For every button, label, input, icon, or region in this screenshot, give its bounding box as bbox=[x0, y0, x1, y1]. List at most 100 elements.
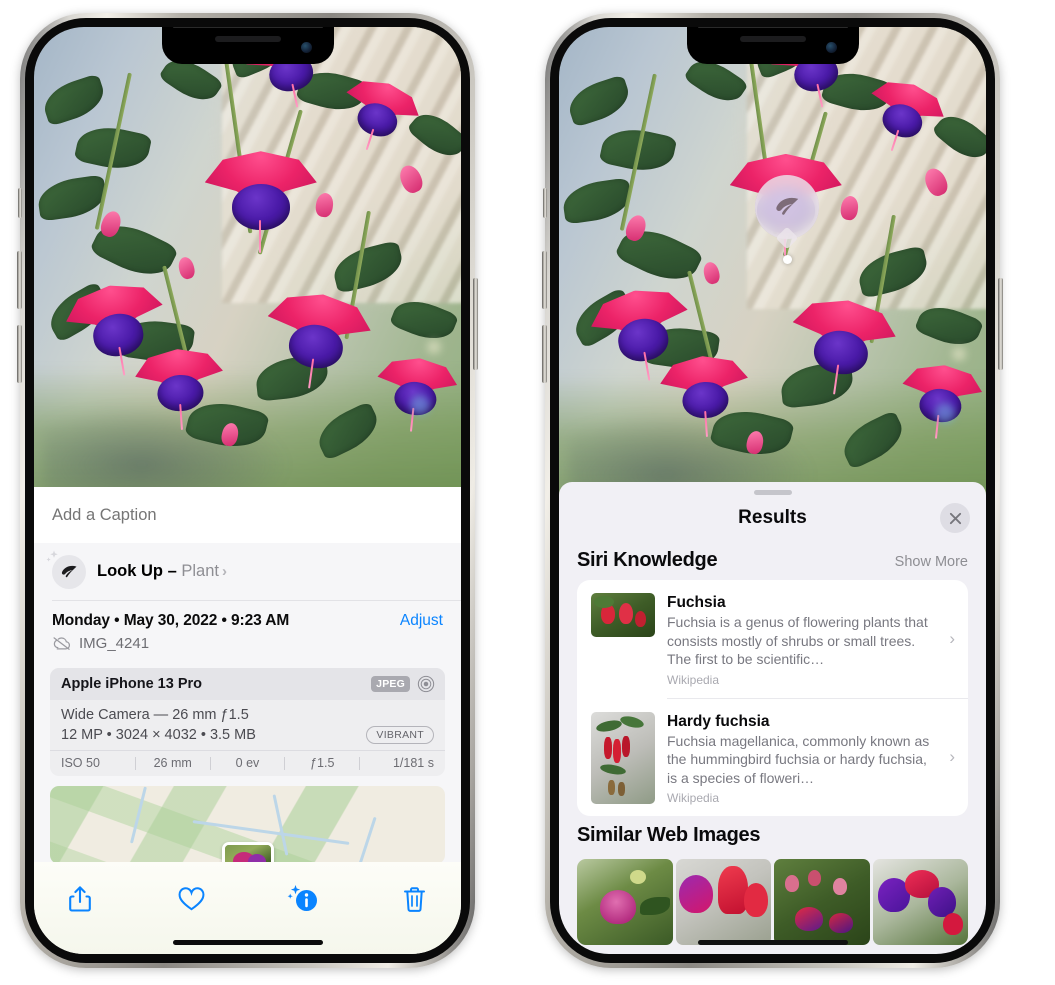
similar-web-images-header: Similar Web Images bbox=[559, 816, 986, 855]
photo-toolbar bbox=[34, 862, 461, 954]
chevron-right-icon: › bbox=[949, 747, 955, 767]
notch bbox=[161, 27, 334, 64]
info-sparkle-icon bbox=[287, 885, 318, 911]
earpiece-speaker-icon bbox=[214, 36, 281, 42]
notch bbox=[686, 27, 859, 64]
camera-card-body: Wide Camera — 26 mm ƒ1.5 12 MP • 3024 × … bbox=[50, 700, 445, 750]
location-map-thumbnail[interactable] bbox=[50, 786, 445, 864]
exif-ev: 0 ev bbox=[235, 756, 260, 770]
cloud-slash-icon bbox=[53, 637, 71, 650]
power-button[interactable] bbox=[998, 278, 1003, 370]
volume-up-button[interactable] bbox=[542, 251, 547, 309]
photo-viewer[interactable] bbox=[559, 27, 986, 497]
visual-lookup-badge[interactable] bbox=[755, 175, 819, 239]
lens-icon bbox=[417, 675, 435, 693]
format-badge: JPEG bbox=[371, 676, 410, 692]
file-name: IMG_4241 bbox=[79, 635, 150, 652]
caption-row[interactable] bbox=[34, 487, 461, 543]
results-sheet: Results Siri Knowledge Show More Fuchsia… bbox=[559, 482, 986, 954]
exif-aperture: ƒ1.5 bbox=[310, 756, 335, 770]
info-button[interactable] bbox=[283, 879, 323, 919]
heart-icon bbox=[178, 886, 205, 910]
siri-knowledge-header: Siri Knowledge Show More bbox=[559, 541, 986, 580]
caption-input[interactable] bbox=[52, 505, 443, 525]
metadata-block: Monday • May 30, 2022 • 9:23 AM Adjust I… bbox=[34, 601, 461, 662]
chevron-right-icon: › bbox=[949, 628, 955, 648]
look-up-title: Look Up – bbox=[97, 562, 182, 580]
share-icon bbox=[69, 886, 91, 912]
close-icon bbox=[949, 512, 961, 524]
front-camera-icon bbox=[825, 42, 837, 53]
leaf-icon bbox=[776, 197, 799, 215]
trash-icon bbox=[404, 886, 426, 912]
leaf-icon bbox=[46, 550, 86, 589]
camera-model: Apple iPhone 13 Pro bbox=[61, 676, 202, 692]
notch-top-edge bbox=[697, 27, 848, 28]
look-up-label: Look Up – Plant › bbox=[97, 562, 227, 581]
siri-knowledge-card: Fuchsia Fuchsia is a genus of flowering … bbox=[577, 580, 968, 817]
photo-info-panel: Look Up – Plant› Monday • May 30, 2022 •… bbox=[34, 487, 461, 954]
camera-specs-line: 12 MP • 3024 × 4032 • 3.5 MB bbox=[61, 727, 256, 743]
knowledge-thumbnail bbox=[591, 711, 655, 804]
front-camera-icon bbox=[300, 42, 312, 53]
web-image-tile[interactable] bbox=[675, 859, 771, 946]
similar-web-images-strip bbox=[559, 859, 986, 946]
web-image-tile[interactable] bbox=[577, 859, 673, 946]
volume-down-button[interactable] bbox=[542, 325, 547, 383]
knowledge-item[interactable]: Hardy fuchsia Fuchsia magellanica, commo… bbox=[577, 699, 968, 817]
web-image-tile[interactable] bbox=[774, 859, 870, 946]
look-up-subject: Plant bbox=[181, 562, 219, 580]
exif-shutter: 1/181 s bbox=[392, 756, 434, 770]
lookup-section: Look Up – Plant › Monday • May 30, 2022 •… bbox=[34, 543, 461, 864]
photo-date: Monday • May 30, 2022 • 9:23 AM bbox=[52, 612, 290, 629]
section-title-similar-web-images: Similar Web Images bbox=[577, 824, 761, 847]
section-title-siri-knowledge: Siri Knowledge bbox=[577, 549, 718, 571]
knowledge-source: Wikipedia bbox=[667, 791, 720, 806]
knowledge-text: Hardy fuchsia Fuchsia magellanica, commo… bbox=[667, 712, 956, 806]
camera-card-header: Apple iPhone 13 Pro JPEG bbox=[50, 668, 445, 700]
home-indicator bbox=[172, 940, 323, 945]
sheet-header: Results bbox=[559, 495, 986, 541]
favorite-button[interactable] bbox=[172, 879, 212, 919]
web-image-tile[interactable] bbox=[872, 859, 968, 946]
exif-focal: 26 mm bbox=[153, 756, 192, 770]
power-button[interactable] bbox=[473, 278, 478, 370]
knowledge-title: Hardy fuchsia bbox=[667, 712, 770, 730]
sheet-title: Results bbox=[738, 507, 807, 528]
knowledge-description: Fuchsia is a genus of flowering plants t… bbox=[667, 614, 928, 668]
share-button[interactable] bbox=[60, 879, 100, 919]
phone-screen-right: Results Siri Knowledge Show More Fuchsia… bbox=[559, 27, 986, 954]
silent-switch[interactable] bbox=[543, 188, 547, 218]
map-photo-pin bbox=[221, 842, 274, 864]
exif-row: ISO 50 26 mm 0 ev ƒ1.5 1/181 s bbox=[50, 750, 445, 776]
iphone-right: Results Siri Knowledge Show More Fuchsia… bbox=[542, 13, 1003, 968]
iphone-left: Look Up – Plant› Monday • May 30, 2022 •… bbox=[17, 13, 478, 968]
screenshot-stage: Look Up – Plant› Monday • May 30, 2022 •… bbox=[0, 0, 1055, 985]
delete-button[interactable] bbox=[395, 879, 435, 919]
adjust-button[interactable]: Adjust bbox=[400, 612, 443, 630]
camera-info-card[interactable]: Apple iPhone 13 Pro JPEG Wide Camera — 2… bbox=[50, 668, 445, 776]
leaf-glyph-icon bbox=[61, 565, 77, 577]
close-button[interactable] bbox=[940, 503, 970, 533]
camera-lens-line: Wide Camera — 26 mm ƒ1.5 bbox=[61, 707, 249, 723]
knowledge-title: Fuchsia bbox=[667, 594, 726, 611]
visual-lookup-anchor-dot bbox=[783, 255, 792, 264]
knowledge-source: Wikipedia bbox=[667, 672, 720, 687]
chevron-right-icon: › bbox=[221, 563, 227, 580]
knowledge-description: Fuchsia magellanica, commonly known as t… bbox=[667, 732, 930, 786]
volume-up-button[interactable] bbox=[17, 251, 22, 309]
silent-switch[interactable] bbox=[18, 188, 22, 218]
knowledge-thumbnail bbox=[591, 593, 655, 637]
knowledge-item[interactable]: Fuchsia Fuchsia is a genus of flowering … bbox=[577, 580, 968, 698]
photographic-style-badge: VIBRANT bbox=[366, 726, 434, 744]
volume-down-button[interactable] bbox=[17, 325, 22, 383]
look-up-row[interactable]: Look Up – Plant › bbox=[34, 543, 461, 600]
photo-viewer[interactable] bbox=[34, 27, 461, 487]
exif-iso: ISO 50 bbox=[61, 756, 100, 770]
knowledge-text: Fuchsia Fuchsia is a genus of flowering … bbox=[667, 593, 956, 687]
show-more-button[interactable]: Show More bbox=[895, 554, 968, 570]
home-indicator bbox=[697, 940, 848, 945]
sparkle-icon bbox=[46, 550, 58, 562]
notch-top-edge bbox=[172, 27, 323, 28]
earpiece-speaker-icon bbox=[739, 36, 806, 42]
